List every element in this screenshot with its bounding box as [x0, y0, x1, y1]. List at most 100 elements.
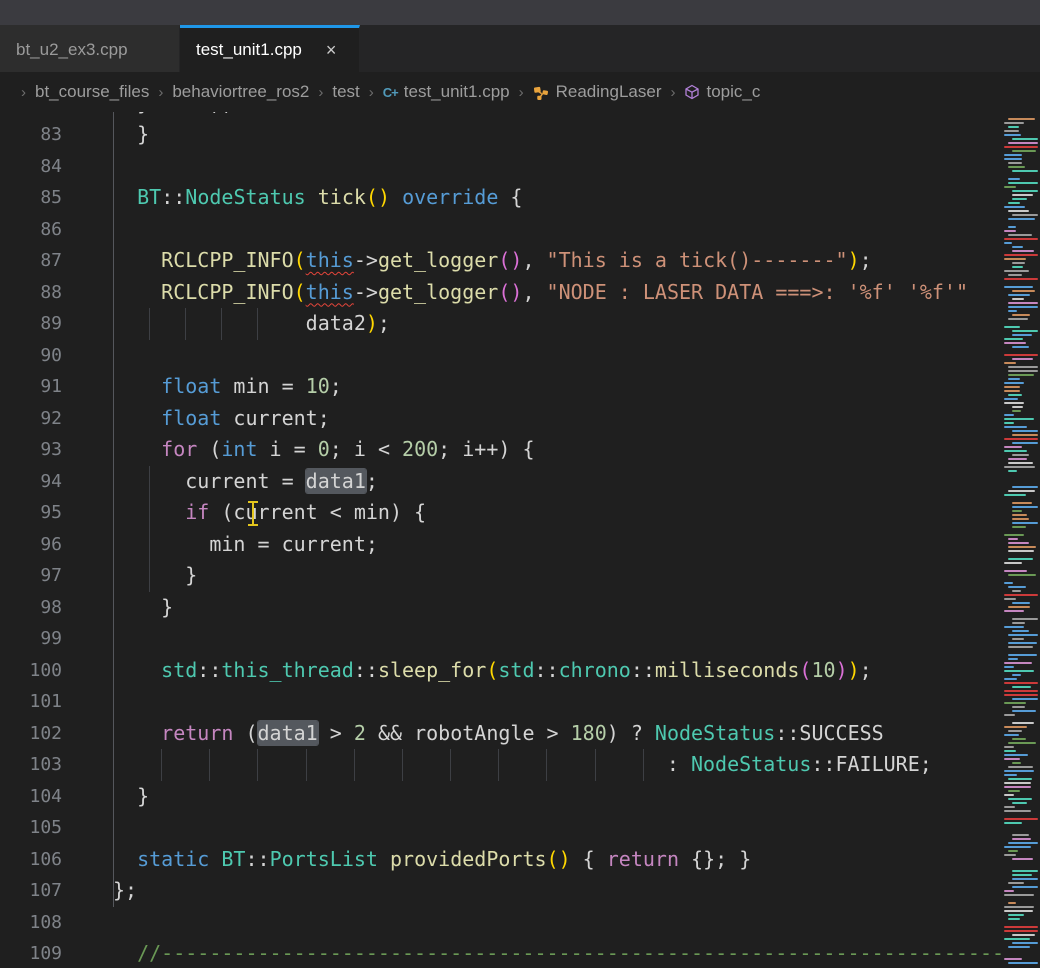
code-text: if (current < min) {: [113, 497, 426, 529]
tab-test_unit1.cpp[interactable]: test_unit1.cpp×: [180, 25, 360, 72]
code-line-101[interactable]: 101: [0, 686, 1040, 718]
minimap-line: [1004, 818, 1038, 820]
line-number: 98: [0, 592, 62, 624]
code-line-87[interactable]: 87 RCLCPP_INFO(this->get_logger(), "This…: [0, 245, 1040, 277]
code-line-92[interactable]: 92 float current;: [0, 403, 1040, 435]
indent-guide: [113, 214, 114, 246]
minimap-line: [1012, 514, 1027, 516]
code-line-98[interactable]: 98 }: [0, 592, 1040, 624]
minimap-line: [1004, 774, 1017, 776]
code-text: } ;; . -: [113, 112, 595, 119]
indent-guide: [113, 340, 114, 372]
minimap-line: [1008, 842, 1038, 844]
minimap-line: [1008, 766, 1033, 768]
indent-guide: [113, 151, 114, 183]
code-line-91[interactable]: 91 float min = 10;: [0, 371, 1040, 403]
code-line-86[interactable]: 86: [0, 214, 1040, 246]
minimap-line: [1008, 882, 1024, 884]
code-line-83[interactable]: 83 }: [0, 119, 1040, 151]
indent-guide: [113, 623, 114, 655]
minimap-line: [1004, 398, 1018, 400]
breadcrumb-item-behaviortree_ros2[interactable]: behaviortree_ros2: [172, 82, 309, 102]
code-line[interactable]: } ;; . -: [0, 112, 1040, 119]
minimap-line: [1012, 710, 1036, 712]
code-line-100[interactable]: 100 std::this_thread::sleep_for(std::chr…: [0, 655, 1040, 687]
code-line-97[interactable]: 97 }: [0, 560, 1040, 592]
tab-bt_u2_ex3.cpp[interactable]: bt_u2_ex3.cpp: [0, 25, 180, 72]
minimap-line: [1008, 370, 1038, 372]
breadcrumb-item-test[interactable]: test: [332, 82, 359, 102]
code-text: static BT::PortsList providedPorts() { r…: [113, 844, 751, 876]
minimap-line: [1004, 594, 1038, 596]
field-symbol-icon: [684, 84, 700, 100]
minimap-line: [1008, 606, 1030, 608]
code-line-103[interactable]: 103 : NodeStatus::FAILURE;: [0, 749, 1040, 781]
minimap-line: [1004, 626, 1024, 628]
code-line-93[interactable]: 93 for (int i = 0; i < 200; i++) {: [0, 434, 1040, 466]
code-line-99[interactable]: 99: [0, 623, 1040, 655]
code-line-96[interactable]: 96 min = current;: [0, 529, 1040, 561]
breadcrumb-item-topic_c[interactable]: topic_c: [684, 82, 760, 102]
minimap-line: [1008, 162, 1022, 164]
code-text: RCLCPP_INFO(this->get_logger(), "This is…: [113, 245, 872, 277]
code-line-90[interactable]: 90: [0, 340, 1040, 372]
minimap-line: [1008, 658, 1018, 660]
code-line-105[interactable]: 105: [0, 812, 1040, 844]
code-line-95[interactable]: 95 if (current < min) {: [0, 497, 1040, 529]
code-editor[interactable]: } ;; . -83 }8485 BT::NodeStatus tick() o…: [0, 112, 1040, 968]
minimap-line: [1008, 234, 1032, 236]
minimap-line: [1004, 910, 1033, 912]
minimap-line: [1012, 638, 1024, 640]
minimap-line: [1012, 434, 1038, 436]
minimap-line: [1008, 918, 1020, 920]
minimap-line: [1012, 334, 1032, 336]
code-line-109[interactable]: 109 //----------------------------------…: [0, 938, 1040, 968]
code-text: BT::NodeStatus tick() override {: [113, 182, 522, 214]
code-line-106[interactable]: 106 static BT::PortsList providedPorts()…: [0, 844, 1040, 876]
code-line-102[interactable]: 102 return (data1 > 2 && robotAngle > 18…: [0, 718, 1040, 750]
line-number: 84: [0, 151, 62, 183]
code-line-85[interactable]: 85 BT::NodeStatus tick() override {: [0, 182, 1040, 214]
minimap-line: [1012, 518, 1029, 520]
code-line-84[interactable]: 84: [0, 151, 1040, 183]
minimap-line: [1012, 298, 1024, 300]
minimap-line: [1004, 754, 1028, 756]
minimap-line: [1012, 878, 1038, 880]
breadcrumb-item-test_unit1.cpp[interactable]: C+test_unit1.cpp: [383, 82, 510, 102]
line-number: 106: [0, 844, 62, 876]
line-number: 99: [0, 623, 62, 655]
minimap-line: [1012, 618, 1038, 620]
minimap-line: [1008, 946, 1030, 948]
line-number: 87: [0, 245, 62, 277]
minimap-line: [1004, 726, 1027, 728]
minimap-line: [1012, 526, 1026, 528]
code-text: float min = 10;: [113, 371, 342, 403]
minimap-line: [1004, 750, 1016, 752]
code-line-88[interactable]: 88 RCLCPP_INFO(this->get_logger(), "NODE…: [0, 277, 1040, 309]
breadcrumb-item-ReadingLaser[interactable]: ReadingLaser: [533, 82, 662, 102]
minimap[interactable]: [1002, 112, 1040, 968]
minimap-line: [1004, 466, 1035, 468]
minimap-line: [1004, 414, 1014, 416]
minimap-line: [1012, 266, 1023, 268]
line-number: 97: [0, 560, 62, 592]
minimap-line: [1004, 714, 1015, 716]
minimap-line: [1004, 534, 1024, 536]
minimap-line: [1008, 202, 1020, 204]
code-text: }: [113, 592, 173, 624]
close-icon[interactable]: ×: [326, 41, 337, 59]
minimap-line: [1012, 506, 1038, 508]
code-line-94[interactable]: 94 current = data1;: [0, 466, 1040, 498]
minimap-line: [1008, 142, 1038, 144]
chevron-right-icon: ›: [369, 84, 374, 101]
minimap-line: [1008, 462, 1033, 464]
code-line-104[interactable]: 104 }: [0, 781, 1040, 813]
minimap-line: [1012, 150, 1036, 152]
code-line-107[interactable]: 107};: [0, 875, 1040, 907]
code-text: std::this_thread::sleep_for(std::chrono:…: [113, 655, 872, 687]
minimap-line: [1008, 166, 1025, 168]
code-line-89[interactable]: 89 data2);: [0, 308, 1040, 340]
breadcrumb-item-bt_course_files[interactable]: bt_course_files: [35, 82, 149, 102]
code-line-108[interactable]: 108: [0, 907, 1040, 939]
tab-label: bt_u2_ex3.cpp: [16, 40, 128, 60]
